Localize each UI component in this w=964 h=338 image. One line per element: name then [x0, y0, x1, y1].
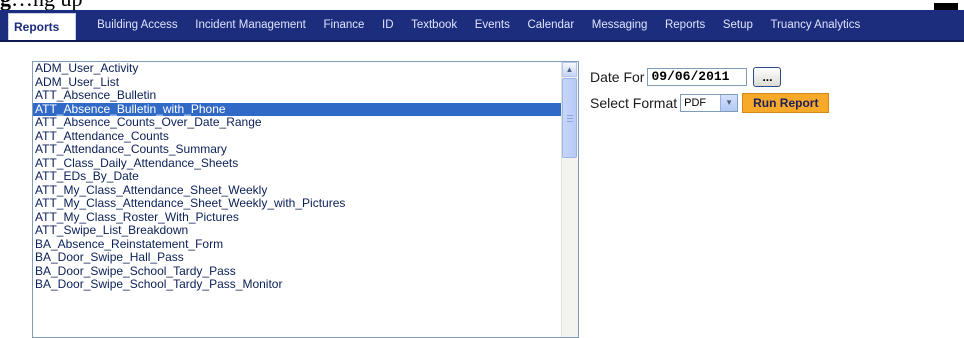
list-item[interactable]: ATT_Class_Daily_Attendance_Sheets — [33, 156, 561, 171]
main-nav: Reports Building Access Incident Manageme… — [0, 10, 964, 42]
nav-item-calendar[interactable]: Calendar — [519, 10, 583, 40]
scroll-grip — [567, 121, 573, 122]
list-item[interactable]: ATT_Attendance_Counts — [33, 129, 561, 144]
list-item[interactable]: ATT_My_Class_Roster_With_Pictures — [33, 210, 561, 225]
report-list: ADM_User_Activity ADM_User_List ATT_Absenc… — [33, 62, 561, 292]
date-label: Date For — [590, 69, 645, 85]
chevron-up-icon[interactable]: ▲ — [562, 62, 577, 77]
nav-item-reports[interactable]: Reports — [656, 10, 714, 40]
nav-item-textbook[interactable]: Textbook — [402, 10, 466, 40]
list-item[interactable]: BA_Door_Swipe_School_Tardy_Pass — [33, 264, 561, 279]
page-heading-text: g…ng up — [0, 0, 83, 10]
format-select-value: PDF — [684, 97, 707, 109]
nav-item-setup[interactable]: Setup — [714, 10, 762, 40]
scroll-grip — [567, 115, 573, 116]
list-scrollbar[interactable]: ▲ — [561, 62, 578, 337]
date-field[interactable]: 09/06/2011 — [647, 68, 748, 86]
date-row: Date For 09/06/2011 ... — [590, 67, 829, 87]
scrollbar-thumb[interactable] — [562, 78, 577, 158]
format-label: Select Format — [590, 95, 678, 111]
list-item[interactable]: ATT_My_Class_Attendance_Sheet_Weekly — [33, 183, 561, 198]
report-options-panel: Date For 09/06/2011 ... Select Format PD… — [590, 67, 830, 119]
run-report-button[interactable]: Run Report — [742, 93, 830, 113]
nav-tab-reports-active[interactable]: Reports — [8, 13, 77, 40]
list-item[interactable]: ATT_EDs_By_Date — [33, 169, 561, 184]
nav-item-building-access[interactable]: Building Access — [88, 10, 186, 40]
report-listbox[interactable]: ADM_User_Activity ADM_User_List ATT_Absenc… — [32, 61, 579, 338]
list-item[interactable]: ADM_User_List — [33, 75, 561, 90]
page-heading-fragment: g…ng up — [0, 0, 964, 10]
format-select[interactable]: PDF ▼ — [680, 94, 739, 112]
list-item[interactable]: BA_Door_Swipe_School_Tardy_Pass_Monitor — [33, 277, 561, 292]
list-item[interactable]: BA_Door_Swipe_Hall_Pass — [33, 250, 561, 265]
nav-item-id[interactable]: ID — [373, 10, 402, 40]
format-row: Select Format PDF ▼ Run Report — [590, 93, 830, 113]
list-item[interactable]: ATT_Attendance_Counts_Summary — [33, 142, 561, 157]
nav-item-incident-management[interactable]: Incident Management — [186, 10, 314, 40]
date-picker-button[interactable]: ... — [753, 67, 782, 87]
list-item[interactable]: ATT_Absence_Counts_Over_Date_Range — [33, 115, 561, 130]
nav-item-messaging[interactable]: Messaging — [583, 10, 656, 40]
heading-bar — [934, 3, 958, 10]
nav-items: Building Access Incident Management Financ… — [88, 10, 869, 40]
nav-item-finance[interactable]: Finance — [315, 10, 374, 40]
list-item[interactable]: ATT_Absence_Bulletin — [33, 88, 561, 103]
nav-item-events[interactable]: Events — [466, 10, 519, 40]
list-item[interactable]: BA_Absence_Reinstatement_Form — [33, 237, 561, 252]
nav-item-truancy-analytics[interactable]: Truancy Analytics — [762, 10, 869, 40]
scroll-grip — [567, 118, 573, 119]
list-item[interactable]: ADM_User_Activity — [33, 62, 561, 76]
list-item[interactable]: ATT_Swipe_List_Breakdown — [33, 223, 561, 238]
chevron-down-icon[interactable]: ▼ — [720, 95, 738, 111]
list-item[interactable]: ATT_My_Class_Attendance_Sheet_Weekly_wit… — [33, 196, 561, 211]
list-item[interactable]: ATT_Absence_Bulletin_with_Phone — [33, 102, 561, 116]
